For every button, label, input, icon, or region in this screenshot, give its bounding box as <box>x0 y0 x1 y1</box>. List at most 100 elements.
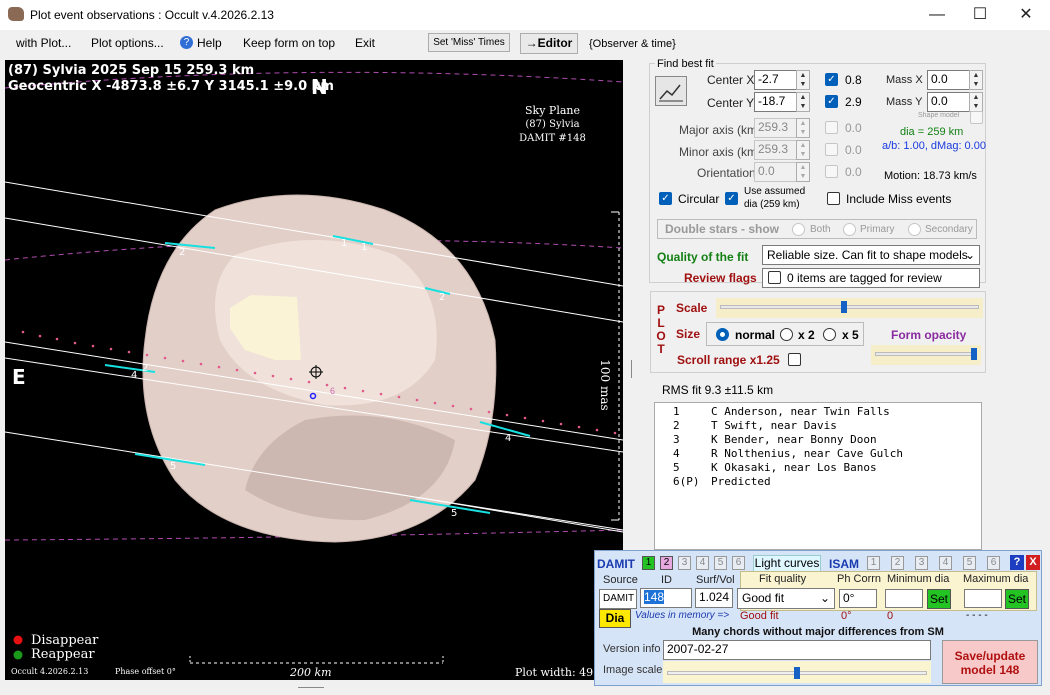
center-y-input[interactable]: -18.7 <box>754 92 798 112</box>
mass-x-label: Mass X <box>886 74 923 86</box>
isam-tab-2[interactable]: 2 <box>891 556 904 570</box>
chord-row[interactable]: 6(P) Predicted <box>655 475 981 489</box>
damit-tab-4[interactable]: 4 <box>696 556 709 570</box>
center-y-weight-checkbox[interactable]: ✓ <box>825 95 838 108</box>
menu-exit[interactable]: Exit <box>355 36 375 50</box>
form-opacity-slider[interactable] <box>871 345 981 365</box>
chord-row[interactable]: 5 K Okasaki, near Los Banos <box>655 461 981 475</box>
editor-button[interactable]: →Editor <box>520 33 578 54</box>
set-min-dia-button[interactable]: Set <box>927 589 951 609</box>
isam-tab-4[interactable]: 4 <box>939 556 952 570</box>
version-info-input[interactable]: 2007-02-27 <box>663 640 931 660</box>
center-y-spinner[interactable]: ▲ ▼ <box>796 92 810 112</box>
min-dia-input[interactable] <box>885 589 923 608</box>
menu-plot-options[interactable]: Plot options... <box>91 36 164 50</box>
center-x-weight-checkbox[interactable]: ✓ <box>825 73 838 86</box>
center-x-input[interactable]: -2.7 <box>754 70 798 90</box>
orientation-weight: 0.0 <box>845 165 862 179</box>
fit-quality-label: Fit quality <box>759 573 807 585</box>
set-miss-times-button[interactable]: Set 'Miss' Times <box>428 33 510 52</box>
damit-tab-3[interactable]: 3 <box>678 556 691 570</box>
help-icon[interactable]: ? <box>180 36 193 49</box>
damit-tab-2[interactable]: 2 <box>660 556 673 570</box>
minor-weight-checkbox[interactable] <box>825 143 838 156</box>
orientation-weight-checkbox[interactable] <box>825 165 838 178</box>
minor-axis-spinner[interactable]: ▲ ▼ <box>796 140 810 160</box>
orientation-spinner[interactable]: ▲ ▼ <box>796 162 810 182</box>
mass-y-input[interactable]: 0.0 <box>927 92 971 112</box>
plot-canvas[interactable]: (87) Sylvia 2025 Sep 15 259.3 km Geocent… <box>5 60 623 680</box>
major-weight-checkbox[interactable] <box>825 121 838 134</box>
menu-with-plot[interactable]: with Plot... <box>16 36 71 50</box>
quality-select[interactable]: Reliable size. Can fit to shape models ⌄ <box>762 245 980 265</box>
both-radio[interactable] <box>792 223 805 236</box>
size-x5-label: x 5 <box>842 328 859 342</box>
mass-x-input[interactable]: 0.0 <box>927 70 971 90</box>
circular-checkbox[interactable]: ✓ <box>659 192 672 205</box>
damit-tab-1[interactable]: 1 <box>642 556 655 570</box>
isam-tab-6[interactable]: 6 <box>987 556 1000 570</box>
secondary-radio[interactable] <box>908 223 921 236</box>
damit-tab-6[interactable]: 6 <box>732 556 745 570</box>
splitter-handle[interactable] <box>631 360 632 378</box>
chord-row[interactable]: 3 K Bender, near Bonny Doon <box>655 433 981 447</box>
close-window-button[interactable]: ✕ <box>1003 4 1049 26</box>
image-scale-thumb[interactable] <box>794 667 800 679</box>
menu-keep-on-top[interactable]: Keep form on top <box>243 36 335 50</box>
use-assumed-checkbox[interactable]: ✓ <box>725 192 738 205</box>
major-axis-spinner[interactable]: ▲ ▼ <box>796 118 810 138</box>
include-miss-checkbox[interactable] <box>827 192 840 205</box>
shape-model-label: Shape model <box>918 112 960 119</box>
damit-tab-5[interactable]: 5 <box>714 556 727 570</box>
review-flags-checkbox[interactable] <box>768 271 781 284</box>
primary-radio[interactable] <box>843 223 856 236</box>
save-update-model-button[interactable]: Save/update model 148 <box>942 640 1038 684</box>
orientation-input[interactable]: 0.0 <box>754 162 798 182</box>
chord-observer: K Okasaki, near Los Banos <box>711 461 877 474</box>
major-axis-label: Major axis (km) <box>679 123 762 137</box>
bottom-splitter[interactable] <box>298 687 324 688</box>
form-opacity-thumb[interactable] <box>970 348 977 360</box>
surf-vol-input[interactable]: 1.024 <box>695 588 733 608</box>
version-info-label: Version info <box>603 643 661 655</box>
light-curves-button[interactable]: Light curves <box>753 555 821 572</box>
center-x-spinner[interactable]: ▲ ▼ <box>796 70 810 90</box>
damit-close-button[interactable]: X <box>1026 555 1040 570</box>
plot-header-line2: Geocentric X -4873.8 ±6.7 Y 3145.1 ±9.0 … <box>8 79 334 94</box>
mass-x-spinner[interactable]: ▲ ▼ <box>969 70 983 90</box>
scale-slider-thumb[interactable] <box>841 301 848 313</box>
mass-y-spinner[interactable]: ▲ ▼ <box>969 92 983 112</box>
find-best-fit-button[interactable] <box>655 76 687 106</box>
shape-model-checkbox[interactable] <box>970 111 983 124</box>
chord-row[interactable]: 2 T Swift, near Davis <box>655 419 981 433</box>
size-x5-radio[interactable] <box>823 328 836 341</box>
fit-quality-select[interactable]: Good fit ⌄ <box>737 588 835 609</box>
window-title: Plot event observations : Occult v.4.202… <box>30 8 274 22</box>
major-axis-input[interactable]: 259.3 <box>754 118 798 138</box>
isam-tab-3[interactable]: 3 <box>915 556 928 570</box>
sky-plane-label: Sky Plane <box>525 104 580 117</box>
minimize-button[interactable]: — <box>914 4 960 26</box>
id-input[interactable]: 148 <box>640 588 692 608</box>
size-x2-radio[interactable] <box>780 328 793 341</box>
isam-tab-5[interactable]: 5 <box>963 556 976 570</box>
scroll-range-checkbox[interactable] <box>788 353 801 366</box>
scale-slider[interactable] <box>716 298 983 318</box>
menu-help[interactable]: Help <box>197 36 222 50</box>
size-normal-radio[interactable] <box>716 328 729 341</box>
ph-corr-input[interactable]: 0° <box>839 589 877 608</box>
max-dia-label: Maximum dia <box>963 573 1029 585</box>
minor-axis-input[interactable]: 259.3 <box>754 140 798 160</box>
set-max-dia-button[interactable]: Set <box>1005 589 1029 609</box>
damit-help-button[interactable]: ? <box>1010 555 1024 570</box>
source-input[interactable]: DAMIT <box>599 589 637 609</box>
max-dia-input[interactable] <box>964 589 1002 608</box>
minor-axis-label: Minor axis (km) <box>679 145 762 159</box>
chord-row[interactable]: 4 R Nolthenius, near Cave Gulch <box>655 447 981 461</box>
image-scale-slider[interactable] <box>663 661 931 683</box>
maximize-button[interactable]: ☐ <box>957 4 1003 26</box>
chord-list[interactable]: 1 C Anderson, near Twin Falls 2 T Swift, ne… <box>654 402 982 550</box>
form-opacity-label: Form opacity <box>891 328 967 342</box>
chord-row[interactable]: 1 C Anderson, near Twin Falls <box>655 405 981 419</box>
isam-tab-1[interactable]: 1 <box>867 556 880 570</box>
